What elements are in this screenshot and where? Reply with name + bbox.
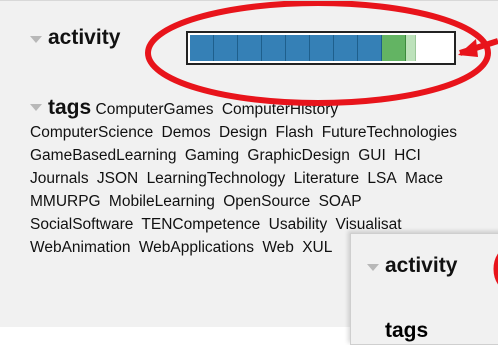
callout-annotation	[145, 1, 498, 285]
callout-arrowhead	[458, 39, 478, 57]
callout-ellipse	[145, 1, 491, 106]
main-panel: activity tags ComputerGames ComputerHist…	[0, 0, 498, 345]
